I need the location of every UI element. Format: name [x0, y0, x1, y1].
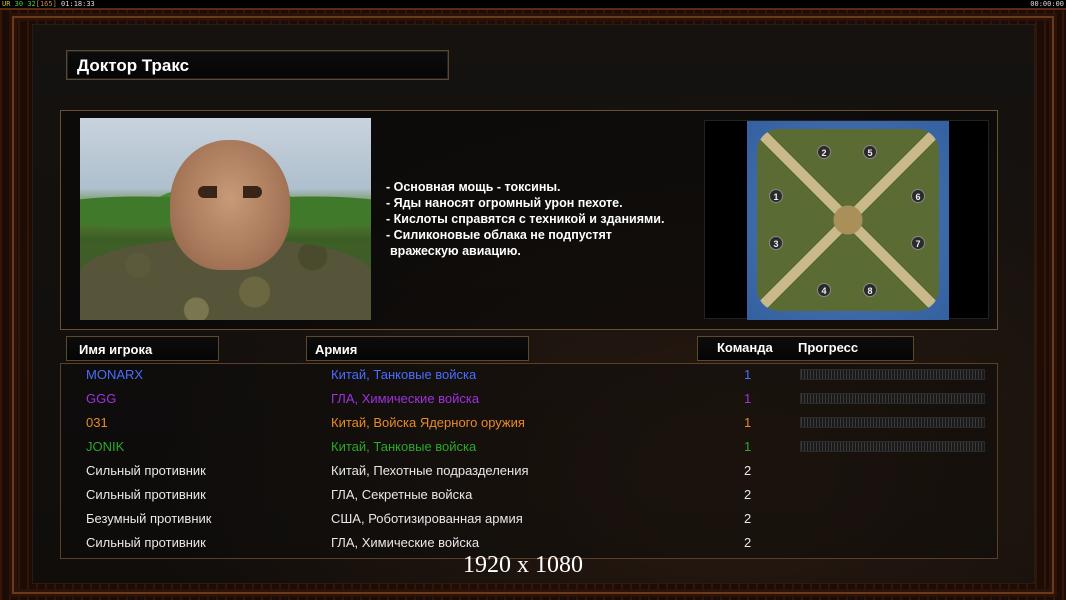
- player-army: ГЛА, Химические войска: [331, 391, 480, 406]
- portrait-head-scarf: [170, 140, 290, 270]
- player-name: Сильный противник: [86, 463, 206, 478]
- general-title-box: Доктор Тракс: [66, 50, 449, 80]
- minimap: 2 5 1 6 3 7 4 8: [704, 120, 989, 320]
- player-team: 2: [744, 463, 752, 478]
- player-row: GGG ГЛА, Химические войска 1: [0, 388, 1066, 412]
- player-team: 2: [744, 535, 752, 550]
- load-progress-bar: [800, 441, 985, 452]
- map-base-7: 7: [911, 236, 925, 250]
- player-army: Китай, Танковые войска: [331, 367, 477, 382]
- player-name: GGG: [86, 391, 117, 406]
- player-name: JONIK: [86, 439, 125, 454]
- player-row: Сильный противник ГЛА, Секретные войска 2: [0, 484, 1066, 508]
- player-name: MONARX: [86, 367, 144, 382]
- army-header-label: Армия: [315, 342, 358, 357]
- fps-a: 30: [14, 0, 24, 8]
- player-row: Сильный противник Китай, Пехотные подразд…: [0, 460, 1066, 484]
- map-base-5: 5: [863, 145, 877, 159]
- map-land: [757, 129, 939, 311]
- player-army: Китай, Войска Ядерного оружия: [331, 415, 525, 430]
- bullet-3: - Кислоты справятся с техникой и зданиям…: [386, 212, 665, 226]
- player-name-header: Имя игрока: [66, 336, 219, 361]
- bullet-4-cont: вражескую авиацию.: [390, 244, 521, 258]
- player-name: Сильный противник: [86, 487, 206, 502]
- map-base-1: 1: [769, 189, 783, 203]
- army-header: Армия: [306, 336, 529, 361]
- clock: 01:18:33: [61, 0, 95, 8]
- frame-bracket: [165]: [35, 0, 57, 8]
- general-name: Доктор Тракс: [77, 56, 190, 75]
- map-base-3: 3: [769, 236, 783, 250]
- load-progress-bar: [800, 417, 985, 428]
- load-progress-bar: [800, 393, 985, 404]
- general-portrait: [80, 118, 371, 320]
- player-army: США, Роботизированная армия: [331, 511, 523, 526]
- portrait-eyes: [198, 186, 262, 198]
- player-row: 031 Китай, Войска Ядерного оружия 1: [0, 412, 1066, 436]
- player-team: 1: [744, 415, 752, 430]
- player-team: 1: [744, 439, 752, 454]
- load-progress-bar: [800, 369, 985, 380]
- team-header-label: Команда: [717, 340, 773, 355]
- player-row: JONIK Китай, Танковые войска 1: [0, 436, 1066, 460]
- ur-label: UR: [2, 0, 11, 8]
- player-name: Сильный противник: [86, 535, 206, 550]
- player-team: 2: [744, 487, 752, 502]
- bullet-2: - Яды наносят огромный урон пехоте.: [386, 196, 623, 210]
- player-team: 1: [744, 367, 752, 382]
- player-team: 1: [744, 391, 752, 406]
- player-name: Безумный противник: [86, 511, 212, 526]
- map-base-2: 2: [817, 145, 831, 159]
- player-name-header-label: Имя игрока: [79, 342, 153, 357]
- player-army: Китай, Танковые войска: [331, 439, 477, 454]
- player-row: MONARX Китай, Танковые войска 1: [0, 364, 1066, 388]
- map-base-4: 4: [817, 283, 831, 297]
- general-description: - Основная мощь - токсины. - Яды наносят…: [386, 179, 696, 259]
- progress-header-label: Прогресс: [798, 340, 859, 355]
- player-army: Китай, Пехотные подразделения: [331, 463, 529, 478]
- bullet-1: - Основная мощь - токсины.: [386, 180, 561, 194]
- player-army: ГЛА, Секретные войска: [331, 487, 473, 502]
- player-row: Безумный противник США, Роботизированная …: [0, 508, 1066, 532]
- resolution-label: 1920 x 1080: [463, 552, 583, 578]
- player-name: 031: [86, 415, 108, 430]
- map-base-6: 6: [911, 189, 925, 203]
- player-team: 2: [744, 511, 752, 526]
- bullet-4: - Силиконовые облака не подпустят: [386, 228, 612, 242]
- map-base-8: 8: [863, 283, 877, 297]
- fps-b: 32: [27, 0, 36, 8]
- player-army: ГЛА, Химические войска: [331, 535, 480, 550]
